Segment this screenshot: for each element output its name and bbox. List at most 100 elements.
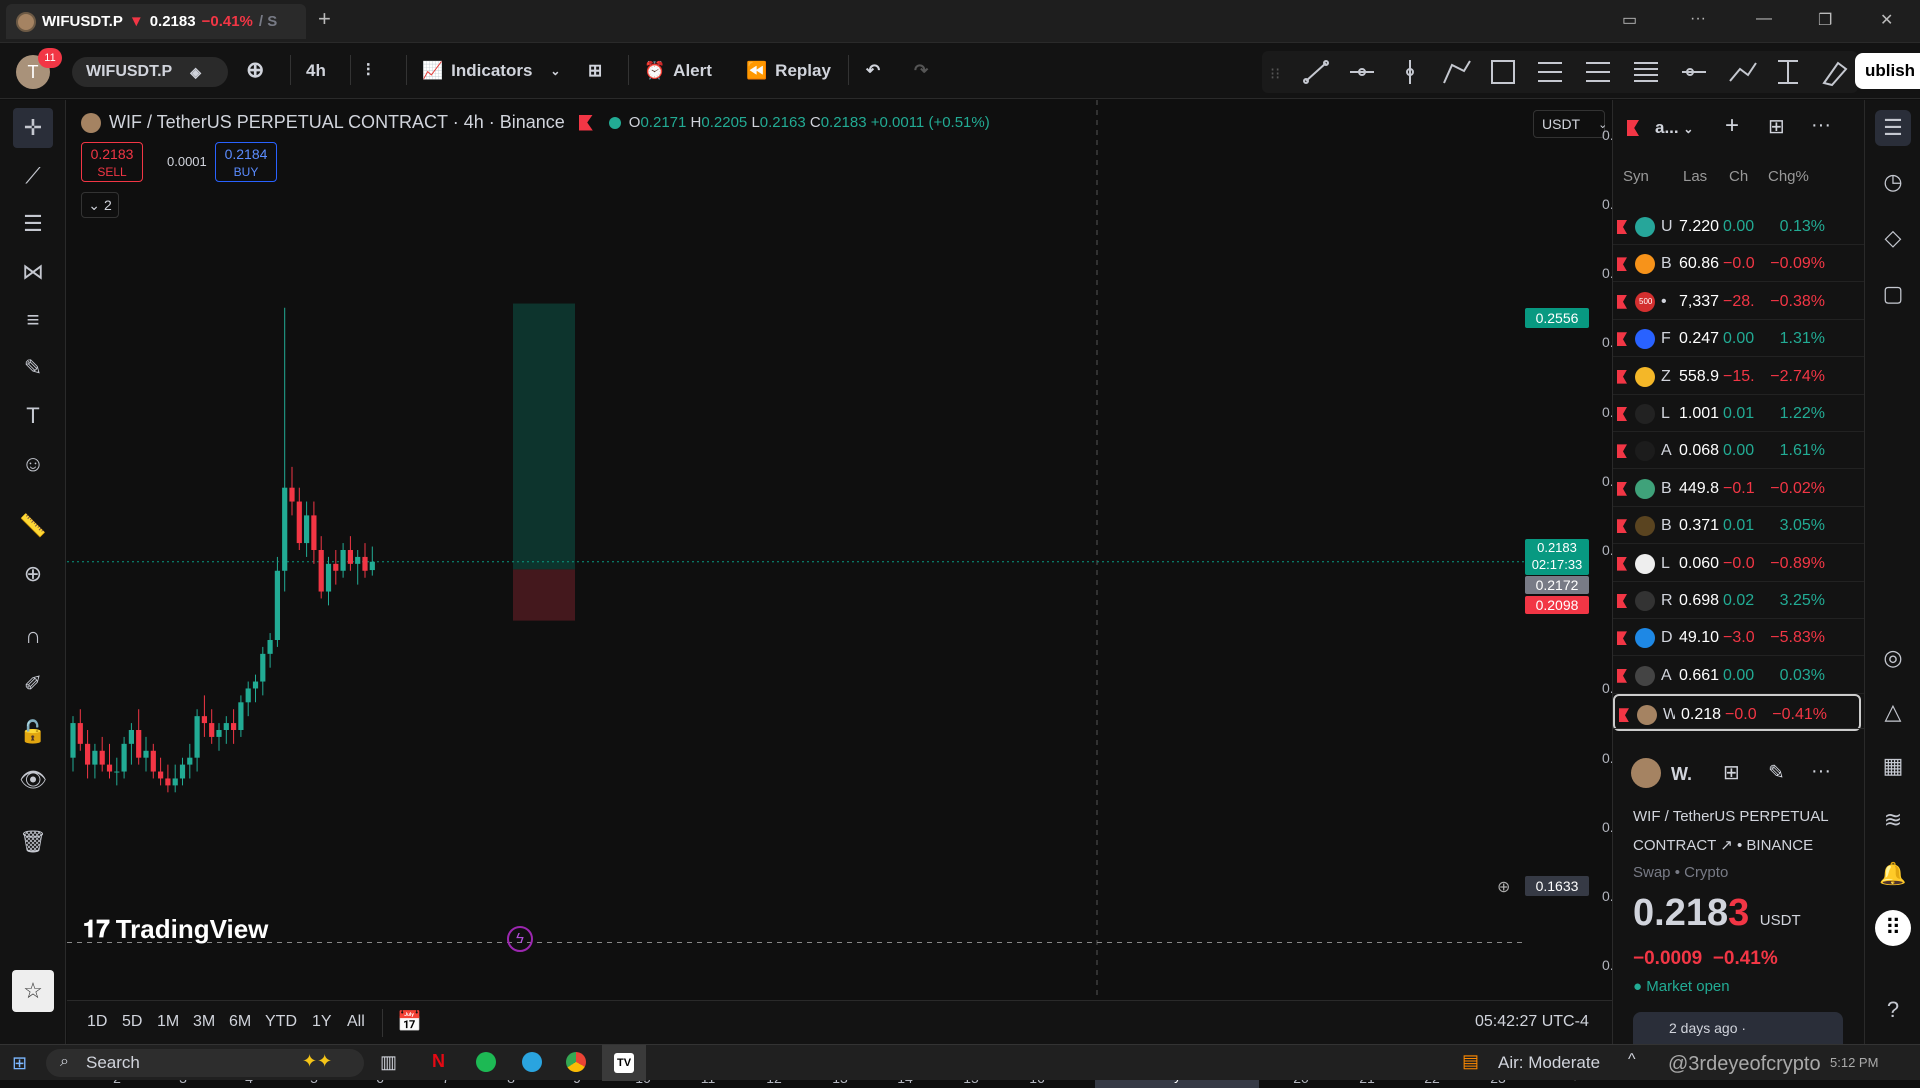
clock[interactable]: 05:42:27 UTC-4 (1475, 1013, 1589, 1031)
ideas-icon[interactable]: △ (1875, 694, 1911, 730)
chevron-up-icon[interactable]: ^ (1628, 1051, 1636, 1069)
news-item[interactable]: 2 days ago · (1633, 1012, 1843, 1044)
range-3m[interactable]: 3M (193, 1013, 215, 1031)
task-view-icon[interactable]: ▥ (380, 1052, 397, 1073)
flag-icon[interactable] (1617, 519, 1627, 534)
ruler-icon[interactable]: 📏 (13, 506, 53, 546)
detail-symbol[interactable]: W. (1671, 764, 1692, 785)
watchlist-row[interactable]: F 0.247 0.00 1.31% (1613, 320, 1865, 358)
watchlist-row[interactable]: B 0.371 0.01 3.05% (1613, 507, 1865, 545)
watchlist-row[interactable]: A 0.661 0.00 0.03% (1613, 657, 1865, 694)
column-header[interactable]: Syn (1623, 168, 1649, 185)
layout-icon[interactable]: ▭ (1622, 10, 1637, 30)
flag-icon[interactable] (1617, 444, 1627, 459)
pattern-icon[interactable]: ⋈ (13, 252, 53, 292)
flag-icon[interactable] (1619, 708, 1629, 723)
trash-icon[interactable]: 🗑 (13, 822, 53, 862)
brush-icon[interactable]: ✎ (13, 348, 53, 388)
eye-icon[interactable]: 👁 (13, 760, 53, 800)
chat-icon[interactable]: ▢ (1875, 276, 1911, 312)
copilot-sparkle-icon[interactable]: ✦✦ (302, 1051, 332, 1072)
flag-icon[interactable] (1617, 481, 1627, 496)
more-icon[interactable]: ··· (1690, 10, 1706, 28)
flag-icon[interactable] (1617, 294, 1627, 309)
watchlist-row[interactable]: Z 558.9 −15. −2.74% (1613, 358, 1865, 395)
watchlist-row[interactable]: B 449.8 −0.1 −0.02% (1613, 470, 1865, 507)
flag-icon[interactable] (1617, 668, 1627, 683)
indicators-toggle[interactable]: ⌄ 2 (81, 192, 119, 218)
more-icon[interactable]: ··· (1811, 114, 1831, 137)
bell-icon[interactable]: 🔔 (1875, 856, 1911, 892)
range-1y[interactable]: 1Y (312, 1013, 332, 1031)
calendar-icon[interactable]: 📅 (397, 1009, 422, 1034)
watchlist-row[interactable]: 500 • 7,337 −28. −0.38% (1613, 283, 1865, 320)
spotify-icon[interactable] (476, 1052, 496, 1072)
buy-button[interactable]: 0.2184 BUY (215, 142, 277, 182)
apps-icon[interactable]: ⠿ (1875, 910, 1911, 946)
symbol-search-button[interactable]: WIFUSDT.P ◈ (72, 57, 228, 87)
range-5d[interactable]: 5D (122, 1013, 142, 1031)
browser-tab[interactable]: WIFUSDT.P ▼ 0.2183 −0.41% / S (6, 4, 306, 39)
restore-icon[interactable]: ❐ (1818, 10, 1832, 30)
indicators-button[interactable]: 📈 Indicators ⌄ (422, 55, 560, 87)
sell-button[interactable]: 0.2183 SELL (81, 142, 143, 182)
publish-button[interactable]: ublish (1855, 53, 1920, 89)
flag-icon[interactable] (578, 114, 593, 131)
flag-icon[interactable] (1617, 556, 1627, 571)
flag-icon[interactable] (1617, 631, 1627, 646)
table-icon[interactable]: ⊞ (1768, 114, 1785, 139)
tradingview-taskbar-button[interactable]: TV (602, 1045, 646, 1081)
range-1d[interactable]: 1D (87, 1013, 107, 1031)
flag-icon[interactable] (1617, 594, 1627, 608)
flag-icon[interactable] (1617, 257, 1627, 272)
target-icon[interactable]: ◎ (1875, 640, 1911, 676)
netflix-icon[interactable]: N (432, 1051, 445, 1072)
watchlist-row[interactable]: U 7.220 0.00 0.13% (1613, 208, 1865, 245)
candle-type-icon[interactable]: ⫶ (366, 55, 370, 87)
watchlist-row[interactable]: B 60.86 −0.0 −0.09% (1613, 245, 1865, 283)
help-icon[interactable]: ? (1875, 992, 1911, 1028)
stream-icon[interactable]: ≋ (1875, 802, 1911, 838)
edit-icon[interactable]: ✎ (1768, 760, 1785, 785)
star-icon[interactable]: ☆ (12, 970, 54, 1012)
chrome-icon[interactable] (566, 1052, 586, 1072)
watchlist-name[interactable]: a... ⌄ (1655, 118, 1693, 138)
column-header[interactable]: Ch (1729, 168, 1748, 185)
replay-button[interactable]: ⏪ Replay (746, 55, 831, 87)
fib-icon[interactable]: ☰ (13, 204, 53, 244)
crosshair-icon[interactable]: ✛ (13, 108, 53, 148)
add-symbol-icon[interactable]: ⊕ (246, 54, 264, 86)
column-header[interactable]: Las (1683, 168, 1707, 185)
interval-button[interactable]: 4h (306, 55, 326, 87)
weather-text[interactable]: Air: Moderate (1498, 1053, 1600, 1073)
magnet-icon[interactable]: ∩ (13, 616, 53, 656)
watchlist-row[interactable]: W 0.218 −0.0 −0.41% (1613, 694, 1861, 732)
range-all[interactable]: All (347, 1013, 365, 1031)
new-tab-icon[interactable]: + (318, 6, 331, 32)
flag-icon[interactable] (1617, 220, 1627, 234)
flag-icon[interactable] (1617, 332, 1627, 347)
range-6m[interactable]: 6M (229, 1013, 251, 1031)
currency-select[interactable]: USDT ⌄ (1533, 110, 1607, 138)
projection-icon[interactable]: ≡ (13, 300, 53, 340)
external-link-icon[interactable]: ↗ (1720, 837, 1733, 854)
lightning-icon[interactable]: ϟ (507, 926, 533, 952)
redo-icon[interactable]: ↷ (914, 55, 928, 87)
watchlist-row[interactable]: A 0.068 0.00 1.61% (1613, 432, 1865, 470)
column-header[interactable]: Chg% (1768, 168, 1809, 185)
watchlist-row[interactable]: D 49.10 −3.0 −5.83% (1613, 619, 1865, 657)
range-ytd[interactable]: YTD (265, 1013, 297, 1031)
system-time[interactable]: 5:12 PM (1830, 1055, 1878, 1070)
calendar-icon[interactable]: ▦ (1875, 748, 1911, 784)
lock-drawings-icon[interactable]: ✐ (13, 664, 53, 704)
price-chart[interactable] (67, 100, 1612, 1000)
range-1m[interactable]: 1M (157, 1013, 179, 1031)
grid-icon[interactable]: ⊞ (1723, 760, 1740, 785)
flag-icon[interactable] (1627, 120, 1639, 136)
watchlist-row[interactable]: L 0.060 −0.0 −0.89% (1613, 545, 1865, 582)
more-icon[interactable]: ··· (1811, 760, 1831, 783)
add-symbol-icon[interactable]: + (1725, 112, 1739, 140)
watchlist-row[interactable]: L 1.001 0.01 1.22% (1613, 395, 1865, 432)
minimize-icon[interactable]: — (1756, 10, 1772, 28)
add-alert-icon[interactable]: ⊕ (1497, 877, 1510, 897)
